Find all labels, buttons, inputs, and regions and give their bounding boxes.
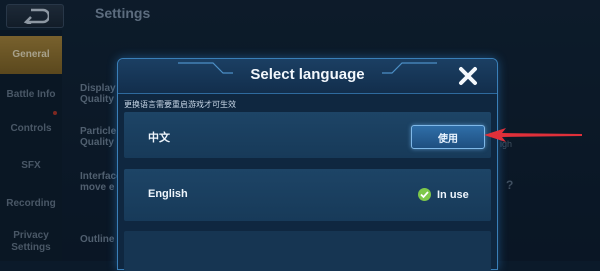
language-dialog: Select language 更换语言需要重启游戏才可生效 中文 使用 Eng… [117,58,498,271]
language-row-english: English In use [124,169,491,221]
close-icon [459,67,477,85]
red-arrow-icon [484,128,582,142]
close-button[interactable] [455,63,481,89]
use-button[interactable]: 使用 [411,125,485,149]
language-row-empty [124,231,491,271]
restart-notice: 更换语言需要重启游戏才可生效 [124,100,236,109]
language-name: English [148,188,188,200]
language-row-chinese: 中文 使用 [124,112,491,158]
language-name: 中文 [148,132,170,144]
check-icon [418,188,431,201]
dialog-header: Select language [118,59,497,94]
in-use-label: In use [437,188,469,201]
dialog-title: Select language [250,66,365,83]
in-use-status: In use [418,188,469,201]
